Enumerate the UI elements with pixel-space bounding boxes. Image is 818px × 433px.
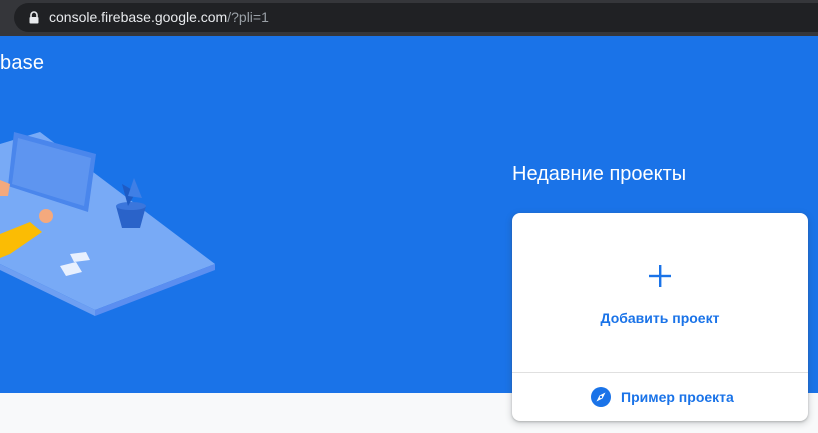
example-project-label: Пример проекта — [621, 389, 734, 405]
project-card: Добавить проект Пример проекта — [512, 213, 808, 421]
add-project-label: Добавить проект — [600, 310, 720, 326]
plus-icon — [649, 265, 671, 287]
url-path: /?pli=1 — [227, 9, 269, 25]
url-text[interactable]: console.firebase.google.com/?pli=1 — [49, 8, 269, 26]
browser-toolbar: console.firebase.google.com/?pli=1 — [0, 0, 818, 36]
recent-projects-title: Недавние проекты — [512, 163, 687, 185]
compass-icon — [591, 387, 611, 407]
workspace-illustration — [0, 132, 215, 316]
url-host: console.firebase.google.com — [49, 9, 228, 25]
address-bar[interactable]: console.firebase.google.com/?pli=1 — [14, 3, 818, 32]
lock-icon[interactable] — [28, 11, 40, 24]
add-project-button[interactable]: Добавить проект — [512, 213, 808, 372]
brand-logo-text[interactable]: base — [0, 51, 44, 75]
example-project-button[interactable]: Пример проекта — [512, 373, 808, 421]
